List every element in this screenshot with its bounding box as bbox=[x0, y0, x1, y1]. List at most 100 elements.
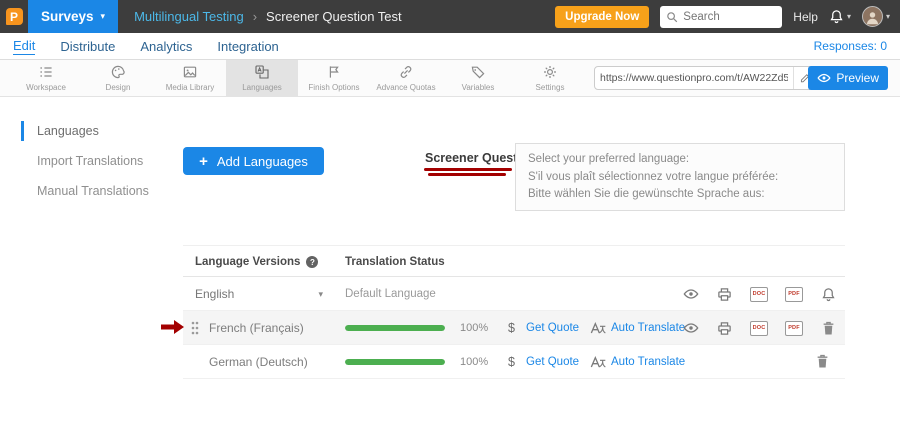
language-name: English bbox=[195, 287, 234, 301]
auto-translate-link[interactable]: Auto Translate bbox=[611, 311, 685, 345]
tool-finish-options[interactable]: Finish Options bbox=[298, 60, 370, 96]
screener-line-english: Select your preferred language: bbox=[528, 151, 832, 169]
survey-url-box bbox=[594, 66, 816, 90]
survey-url-input[interactable] bbox=[595, 72, 793, 84]
screener-line-french: S'il vous plaît sélectionnez votre langu… bbox=[528, 169, 832, 187]
breadcrumb: Multilingual Testing › Screener Question… bbox=[134, 9, 402, 24]
search-input[interactable] bbox=[660, 6, 782, 28]
logo-letter: P bbox=[6, 8, 23, 25]
get-quote-link[interactable]: Get Quote bbox=[526, 311, 579, 345]
preview-language-button[interactable] bbox=[682, 288, 699, 300]
print-button[interactable] bbox=[716, 321, 733, 336]
drag-handle-icon[interactable] bbox=[191, 321, 199, 338]
tool-media-library[interactable]: Media Library bbox=[154, 60, 226, 96]
nav-tab-analytics[interactable]: Analytics bbox=[140, 39, 192, 54]
link-icon bbox=[398, 64, 414, 80]
breadcrumb-separator-icon: › bbox=[253, 9, 257, 24]
table-header: Language Versions ? Translation Status bbox=[183, 245, 845, 277]
topbar: P Surveys ▾ Multilingual Testing › Scree… bbox=[0, 0, 900, 33]
product-menu-surveys[interactable]: Surveys ▾ bbox=[28, 0, 118, 33]
doc-export-icon[interactable]: DOC bbox=[750, 321, 768, 336]
gear-icon bbox=[542, 64, 558, 80]
edit-toolbar: Workspace Design Media Library Languages… bbox=[0, 60, 900, 97]
preview-language-button[interactable] bbox=[682, 322, 699, 334]
language-versions-table: Language Versions ? Translation Status E… bbox=[183, 245, 845, 379]
nav-tab-integration[interactable]: Integration bbox=[217, 39, 278, 54]
pdf-export-icon[interactable]: PDF bbox=[785, 321, 803, 336]
tool-languages[interactable]: Languages bbox=[226, 60, 298, 96]
annotation-underline bbox=[424, 168, 512, 171]
translation-percent: 100% bbox=[460, 311, 488, 345]
tool-variables[interactable]: Variables bbox=[442, 60, 514, 96]
add-languages-button[interactable]: + Add Languages bbox=[183, 147, 324, 175]
tool-label: Media Library bbox=[166, 83, 214, 92]
column-language-label: Language Versions bbox=[195, 256, 300, 268]
help-link[interactable]: Help bbox=[793, 10, 818, 24]
languages-sidebar: Languages Import Translations Manual Tra… bbox=[0, 97, 168, 206]
default-language-dropdown[interactable]: English ▾ bbox=[195, 277, 323, 311]
dollar-icon[interactable]: $ bbox=[508, 311, 515, 345]
sidebar-item-manual-translations[interactable]: Manual Translations bbox=[0, 176, 168, 206]
account-menu[interactable]: ▾ bbox=[862, 6, 890, 27]
translation-progress-bar bbox=[345, 325, 445, 331]
delete-language-button[interactable] bbox=[816, 354, 829, 372]
tool-settings[interactable]: Settings bbox=[514, 60, 586, 96]
row-actions: DOC PDF bbox=[682, 277, 837, 311]
tool-label: Advance Quotas bbox=[376, 83, 435, 92]
delete-language-button[interactable] bbox=[820, 321, 837, 336]
get-quote-link[interactable]: Get Quote bbox=[526, 345, 579, 379]
help-badge-icon[interactable]: ? bbox=[306, 256, 318, 268]
language-name: French (Français) bbox=[209, 311, 304, 345]
preview-button[interactable]: Preview bbox=[808, 66, 888, 90]
notification-button[interactable] bbox=[820, 287, 837, 302]
translation-progress-bar bbox=[345, 359, 445, 365]
nav-tab-distribute[interactable]: Distribute bbox=[60, 39, 115, 54]
preview-button-label: Preview bbox=[836, 71, 879, 85]
dollar-icon[interactable]: $ bbox=[508, 345, 515, 379]
avatar bbox=[862, 6, 883, 27]
eye-icon bbox=[683, 322, 699, 334]
doc-export-icon[interactable]: DOC bbox=[750, 287, 768, 302]
tool-label: Settings bbox=[536, 83, 565, 92]
sidebar-item-languages[interactable]: Languages bbox=[0, 116, 168, 146]
tool-label: Design bbox=[106, 83, 131, 92]
person-icon bbox=[864, 9, 881, 26]
table-row-french: French (Français) 100% $ Get Quote Auto … bbox=[183, 311, 845, 345]
trash-icon bbox=[822, 321, 835, 336]
tool-label: Languages bbox=[242, 83, 282, 92]
flag-icon bbox=[326, 64, 342, 80]
breadcrumb-parent[interactable]: Multilingual Testing bbox=[134, 9, 244, 24]
row-actions: DOC PDF bbox=[682, 311, 837, 345]
search-icon bbox=[666, 11, 678, 23]
bell-icon bbox=[829, 9, 844, 24]
tool-advance-quotas[interactable]: Advance Quotas bbox=[370, 60, 442, 96]
progress-fill bbox=[345, 325, 445, 331]
sidebar-item-import-translations[interactable]: Import Translations bbox=[0, 146, 168, 176]
pdf-export-icon[interactable]: PDF bbox=[785, 287, 803, 302]
table-row-english: English ▾ Default Language DOC PDF bbox=[183, 277, 845, 311]
eye-icon bbox=[817, 73, 831, 83]
tool-workspace[interactable]: Workspace bbox=[10, 60, 82, 96]
tool-design[interactable]: Design bbox=[82, 60, 154, 96]
notifications-menu[interactable]: ▾ bbox=[829, 9, 851, 24]
survey-nav: Edit Distribute Analytics Integration Re… bbox=[0, 33, 900, 60]
annotation-underline bbox=[428, 173, 506, 176]
questionpro-app: P Surveys ▾ Multilingual Testing › Scree… bbox=[0, 0, 900, 440]
breadcrumb-current: Screener Question Test bbox=[266, 9, 402, 24]
auto-translate-icon[interactable] bbox=[590, 355, 606, 372]
tag-icon bbox=[470, 64, 486, 80]
languages-panel: + Add Languages Screener Question : Sele… bbox=[183, 97, 845, 440]
upgrade-now-button[interactable]: Upgrade Now bbox=[555, 6, 649, 28]
responses-count[interactable]: Responses: 0 bbox=[814, 39, 887, 53]
chevron-down-icon: ▾ bbox=[847, 12, 851, 21]
auto-translate-icon[interactable] bbox=[590, 321, 606, 338]
add-languages-label: Add Languages bbox=[217, 154, 308, 169]
questionpro-logo[interactable]: P bbox=[0, 0, 28, 33]
bell-icon bbox=[821, 287, 836, 302]
auto-translate-link[interactable]: Auto Translate bbox=[611, 345, 685, 379]
trash-icon bbox=[816, 354, 829, 369]
default-language-status: Default Language bbox=[345, 277, 436, 311]
image-icon bbox=[182, 64, 198, 80]
nav-tab-edit[interactable]: Edit bbox=[13, 38, 35, 55]
print-button[interactable] bbox=[716, 287, 733, 302]
